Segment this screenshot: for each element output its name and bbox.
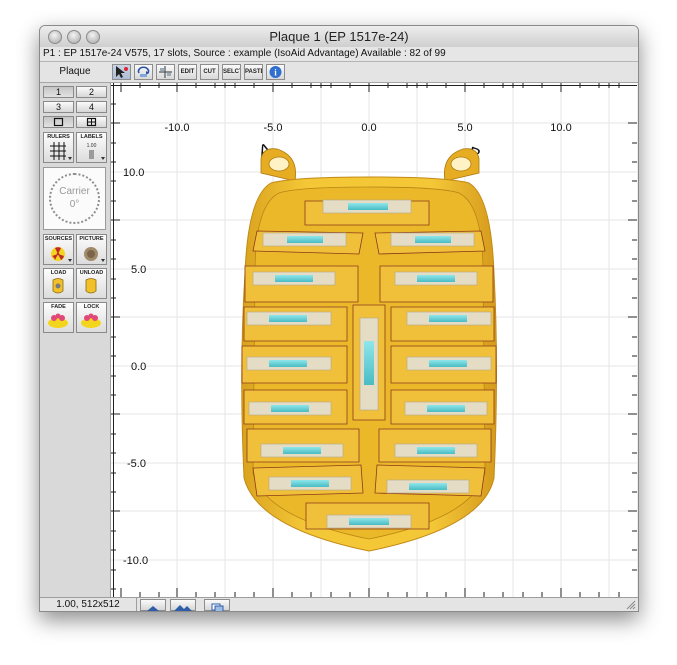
select-tool-button[interactable]	[112, 64, 131, 80]
align-tool-button[interactable]	[156, 64, 175, 80]
info-button[interactable]: i	[266, 64, 285, 80]
seed-core	[269, 315, 307, 322]
plaque-info-bar: P1 : EP 1517e-24 V575, 17 slots, Source …	[40, 47, 638, 62]
toolbar: Plaque EDIT CUT SELCT PASTE i	[40, 62, 638, 83]
x-tick-label: -5.0	[264, 122, 283, 134]
info-icon: i	[269, 66, 282, 78]
align-icon	[159, 66, 172, 78]
y-tick-label: 10.0	[123, 167, 144, 179]
left-ruler	[111, 83, 120, 597]
load-button[interactable]: LOAD	[43, 268, 74, 299]
labels-toggle[interactable]: LABELS 1.00	[76, 132, 107, 163]
load-label: LOAD	[50, 270, 67, 276]
pointer-icon	[116, 66, 128, 78]
labels-scale: 1.00	[86, 143, 97, 149]
single-view-button[interactable]	[43, 116, 74, 128]
seed-core	[364, 341, 374, 385]
rulers-label: RULERS	[47, 134, 70, 140]
title-bar[interactable]: Plaque 1 (EP 1517e-24)	[40, 26, 638, 48]
carrier-angle: 0°	[69, 199, 80, 210]
seed-core	[429, 360, 467, 367]
seed-core	[283, 447, 321, 454]
edit-button[interactable]: EDIT	[178, 64, 197, 80]
x-tick-label: 5.0	[457, 122, 472, 134]
copy-window-icon	[211, 603, 224, 611]
y-tick-label: 0.0	[131, 361, 146, 373]
bottom-ruler	[120, 588, 620, 597]
picture-button[interactable]: PICTURE	[76, 234, 107, 265]
mountain-large-icon	[174, 605, 192, 611]
y-tick-label: -10.0	[123, 555, 148, 567]
x-tick-label: 0.0	[361, 122, 376, 134]
fade-label: FADE	[51, 304, 66, 310]
seed-core	[291, 480, 329, 487]
view-1-button[interactable]: 1	[43, 86, 74, 98]
plaque-view[interactable]: -10.0 -5.0 0.0 5.0 10.0 10.0 5.0 0.0 -5.…	[111, 83, 637, 597]
seed-core	[415, 236, 451, 243]
seed-core	[409, 483, 447, 490]
seed-core	[417, 275, 455, 282]
window-title: Plaque 1 (EP 1517e-24)	[269, 29, 409, 44]
view-4-button[interactable]: 4	[76, 101, 107, 113]
paste-button[interactable]: PASTE	[244, 64, 263, 80]
sources-button[interactable]: SOURCES	[43, 234, 74, 265]
seed-core	[427, 405, 465, 412]
plaque-canvas[interactable]: -10.0 -5.0 0.0 5.0 10.0 10.0 5.0 0.0 -5.…	[111, 83, 637, 597]
unload-label: UNLOAD	[79, 270, 104, 276]
rulers-toggle[interactable]: RULERS	[43, 132, 74, 163]
zoom-in-button[interactable]	[170, 599, 196, 611]
eye-plaque[interactable]	[241, 148, 497, 552]
seed-core	[349, 518, 389, 525]
seed-core	[271, 405, 309, 412]
seed-core	[287, 236, 323, 243]
view-2-button[interactable]: 2	[76, 86, 107, 98]
quad-view-button[interactable]	[76, 116, 107, 128]
plaque-label: Plaque	[59, 66, 91, 77]
lock-label: LOCK	[83, 304, 100, 310]
suture-hole-b	[450, 156, 472, 172]
rotate-icon	[137, 66, 150, 77]
labels-label: LABELS	[80, 134, 103, 140]
sources-label: SOURCES	[44, 236, 73, 242]
view-3-button[interactable]: 3	[43, 101, 74, 113]
copy-view-button[interactable]	[204, 599, 230, 611]
zoom-readout: 1.00, 512x512	[40, 598, 137, 611]
carrier-label: Carrier	[59, 186, 90, 197]
seed-core	[429, 315, 467, 322]
fade-button[interactable]: FADE	[43, 302, 74, 333]
resize-grip-icon[interactable]	[626, 600, 636, 610]
picture-label: PICTURE	[79, 236, 104, 242]
right-ruler	[628, 122, 637, 571]
seed-core	[275, 275, 313, 282]
tool-palette: 1 2 3 4 RULERS LABELS 1.00 Carrier 0° SO…	[40, 83, 111, 597]
x-tick-label: 10.0	[550, 122, 571, 134]
y-tick-label: -5.0	[127, 458, 146, 470]
select-all-button[interactable]: SELCT	[222, 64, 241, 80]
cut-button[interactable]: CUT	[200, 64, 219, 80]
single-pane-icon	[53, 117, 64, 127]
seed-core	[417, 447, 455, 454]
lock-button[interactable]: LOCK	[76, 302, 107, 333]
unload-button[interactable]: UNLOAD	[76, 268, 107, 299]
seed-core	[269, 360, 307, 367]
status-bar: 1.00, 512x512	[40, 597, 638, 611]
x-tick-label: -10.0	[164, 122, 189, 134]
suture-hole-a	[268, 156, 290, 172]
rotate-tool-button[interactable]	[134, 64, 153, 80]
top-ruler	[111, 83, 637, 92]
zoom-out-button[interactable]	[140, 599, 166, 611]
y-tick-label: 5.0	[131, 264, 146, 276]
carrier-rotation-dial[interactable]: Carrier 0°	[43, 167, 106, 230]
quad-pane-icon	[86, 117, 97, 127]
seed-core	[348, 203, 388, 210]
mountain-small-icon	[147, 606, 159, 611]
plaque-window: Plaque 1 (EP 1517e-24) P1 : EP 1517e-24 …	[39, 25, 639, 612]
